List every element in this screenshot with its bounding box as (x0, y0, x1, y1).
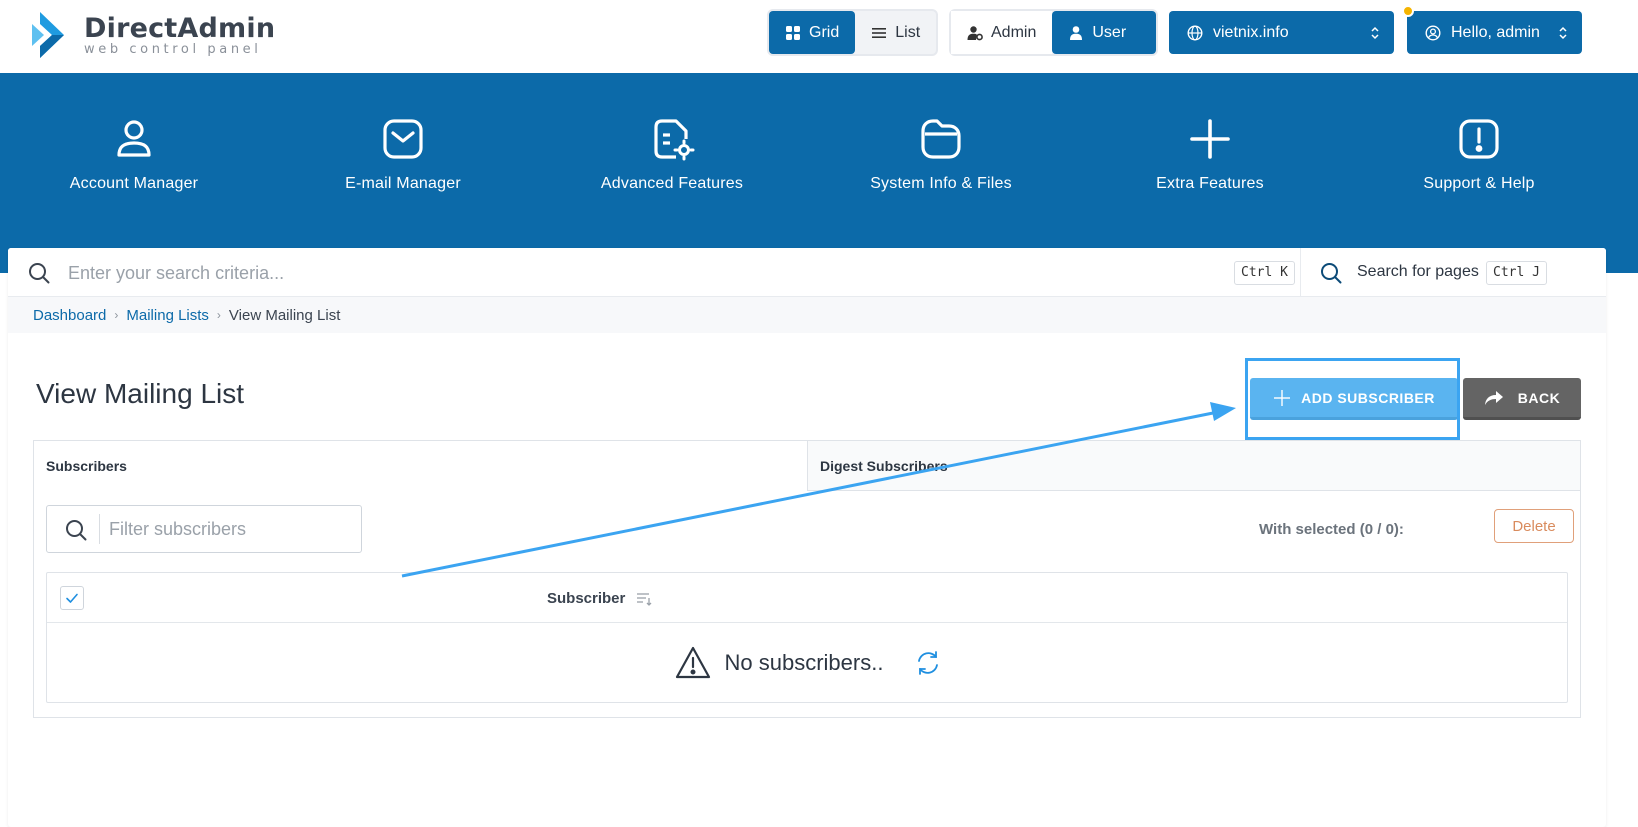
breadcrumb: Dashboard › Mailing Lists › View Mailing… (8, 297, 1606, 333)
breadcrumb-dashboard[interactable]: Dashboard (33, 307, 106, 324)
role-toggle: Admin User (951, 11, 1157, 54)
list-label: List (895, 23, 921, 41)
nav-label: Extra Features (1156, 175, 1264, 192)
user-label: User (1092, 23, 1127, 41)
empty-message: No subscribers.. (724, 650, 884, 675)
brand-subtitle: web control panel (84, 41, 262, 57)
mail-icon (383, 119, 423, 159)
alert-icon (1459, 119, 1499, 159)
nav-label: Support & Help (1423, 175, 1535, 192)
admin-user-gear-icon (967, 25, 983, 40)
select-all-checkbox[interactable] (60, 586, 84, 610)
global-search-bar: Ctrl K Search for pages Ctrl J (8, 248, 1606, 297)
view-toggle: Grid List (769, 11, 937, 54)
breadcrumb-current: View Mailing List (228, 306, 341, 324)
grid-label: Grid (809, 23, 840, 41)
search-shortcut-badge: Ctrl K (1234, 261, 1295, 285)
nav-label: E-mail Manager (345, 175, 461, 192)
nav-system-info-files[interactable]: System Info & Files (811, 115, 1071, 193)
search-divider (1300, 248, 1301, 297)
plus-icon (1190, 119, 1230, 159)
back-label: BACK (1517, 389, 1561, 406)
nav-label: Account Manager (69, 175, 199, 192)
warning-icon (675, 646, 710, 679)
chevron-updown-icon (1371, 26, 1379, 39)
nav-label: System Info & Files (870, 175, 1012, 192)
subscriber-column-header[interactable]: Subscriber (547, 589, 653, 607)
back-button[interactable]: BACK (1463, 378, 1581, 420)
nav-advanced-features[interactable]: Advanced Features (542, 115, 802, 193)
with-selected-label: With selected (0 / 0): (1259, 521, 1404, 538)
search-pages-button[interactable]: Search for pages (1357, 263, 1479, 281)
user-circle-icon (1425, 24, 1441, 41)
chevron-right-icon: › (114, 308, 119, 322)
list-icon (872, 27, 887, 38)
subscribers-table: Subscriber No subscribers.. (46, 572, 1568, 703)
brand-title: DirectAdmin (84, 12, 276, 44)
nav-support-help[interactable]: Support & Help (1349, 115, 1609, 193)
globe-icon (1187, 24, 1203, 41)
search-input[interactable] (68, 258, 1168, 288)
search-icon (66, 520, 87, 541)
pages-shortcut-badge: Ctrl J (1486, 261, 1547, 285)
share-arrow-icon (1484, 390, 1503, 405)
search-icon (1321, 263, 1342, 284)
subscriber-column-label: Subscriber (547, 589, 626, 607)
notification-dot[interactable] (1402, 5, 1414, 17)
domain-selector[interactable]: vietnix.info (1169, 11, 1394, 54)
document-gear-icon (654, 119, 695, 161)
user-menu-label: Hello, admin (1451, 23, 1540, 41)
list-view-button[interactable]: List (855, 11, 936, 54)
admin-role-button[interactable]: Admin (951, 11, 1053, 54)
user-role-button[interactable]: User (1052, 11, 1157, 54)
nav-email-manager[interactable]: E-mail Manager (273, 115, 533, 193)
search-icon (29, 263, 50, 284)
tab-subscribers[interactable]: Subscribers (34, 441, 807, 491)
sort-icon[interactable] (635, 589, 653, 607)
domain-selector-value: vietnix.info (1213, 23, 1289, 41)
filter-divider (99, 514, 100, 544)
grid-icon (786, 25, 800, 40)
chevron-right-icon: › (216, 308, 221, 322)
table-header: Subscriber (47, 573, 1567, 623)
subscriber-tabs: Subscribers Digest Subscribers (34, 441, 1580, 491)
chevron-updown-icon (1559, 26, 1567, 39)
empty-state: No subscribers.. (47, 623, 1569, 703)
logo-mark-icon (32, 12, 64, 58)
user-icon (1070, 25, 1083, 40)
main-nav-banner: Account Manager E-mail Manager Advanced … (0, 73, 1638, 273)
content-card: Ctrl K Search for pages Ctrl J Dashboard… (8, 248, 1606, 827)
subscribers-panel: Subscribers Digest Subscribers With sele… (33, 440, 1581, 718)
top-header: DirectAdmin web control panel Grid List … (0, 0, 1638, 73)
user-icon (117, 120, 151, 157)
tab-digest-subscribers[interactable]: Digest Subscribers (807, 441, 1580, 491)
page-title: View Mailing List (36, 378, 245, 409)
filter-subscribers-field (46, 505, 362, 553)
refresh-icon[interactable] (915, 650, 941, 676)
admin-label: Admin (991, 23, 1037, 41)
delete-button[interactable]: Delete (1494, 509, 1574, 543)
filter-subscribers-input[interactable] (109, 516, 349, 542)
user-menu[interactable]: Hello, admin (1407, 11, 1582, 54)
folder-icon (921, 119, 961, 159)
nav-account-manager[interactable]: Account Manager (4, 115, 264, 193)
breadcrumb-mailing-lists[interactable]: Mailing Lists (126, 307, 209, 324)
nav-label: Advanced Features (600, 175, 744, 192)
nav-extra-features[interactable]: Extra Features (1080, 115, 1340, 193)
directadmin-logo[interactable]: DirectAdmin web control panel (30, 10, 275, 60)
annotation-highlight-box (1245, 358, 1460, 440)
grid-view-button[interactable]: Grid (769, 11, 856, 54)
checkmark-icon (66, 593, 78, 603)
